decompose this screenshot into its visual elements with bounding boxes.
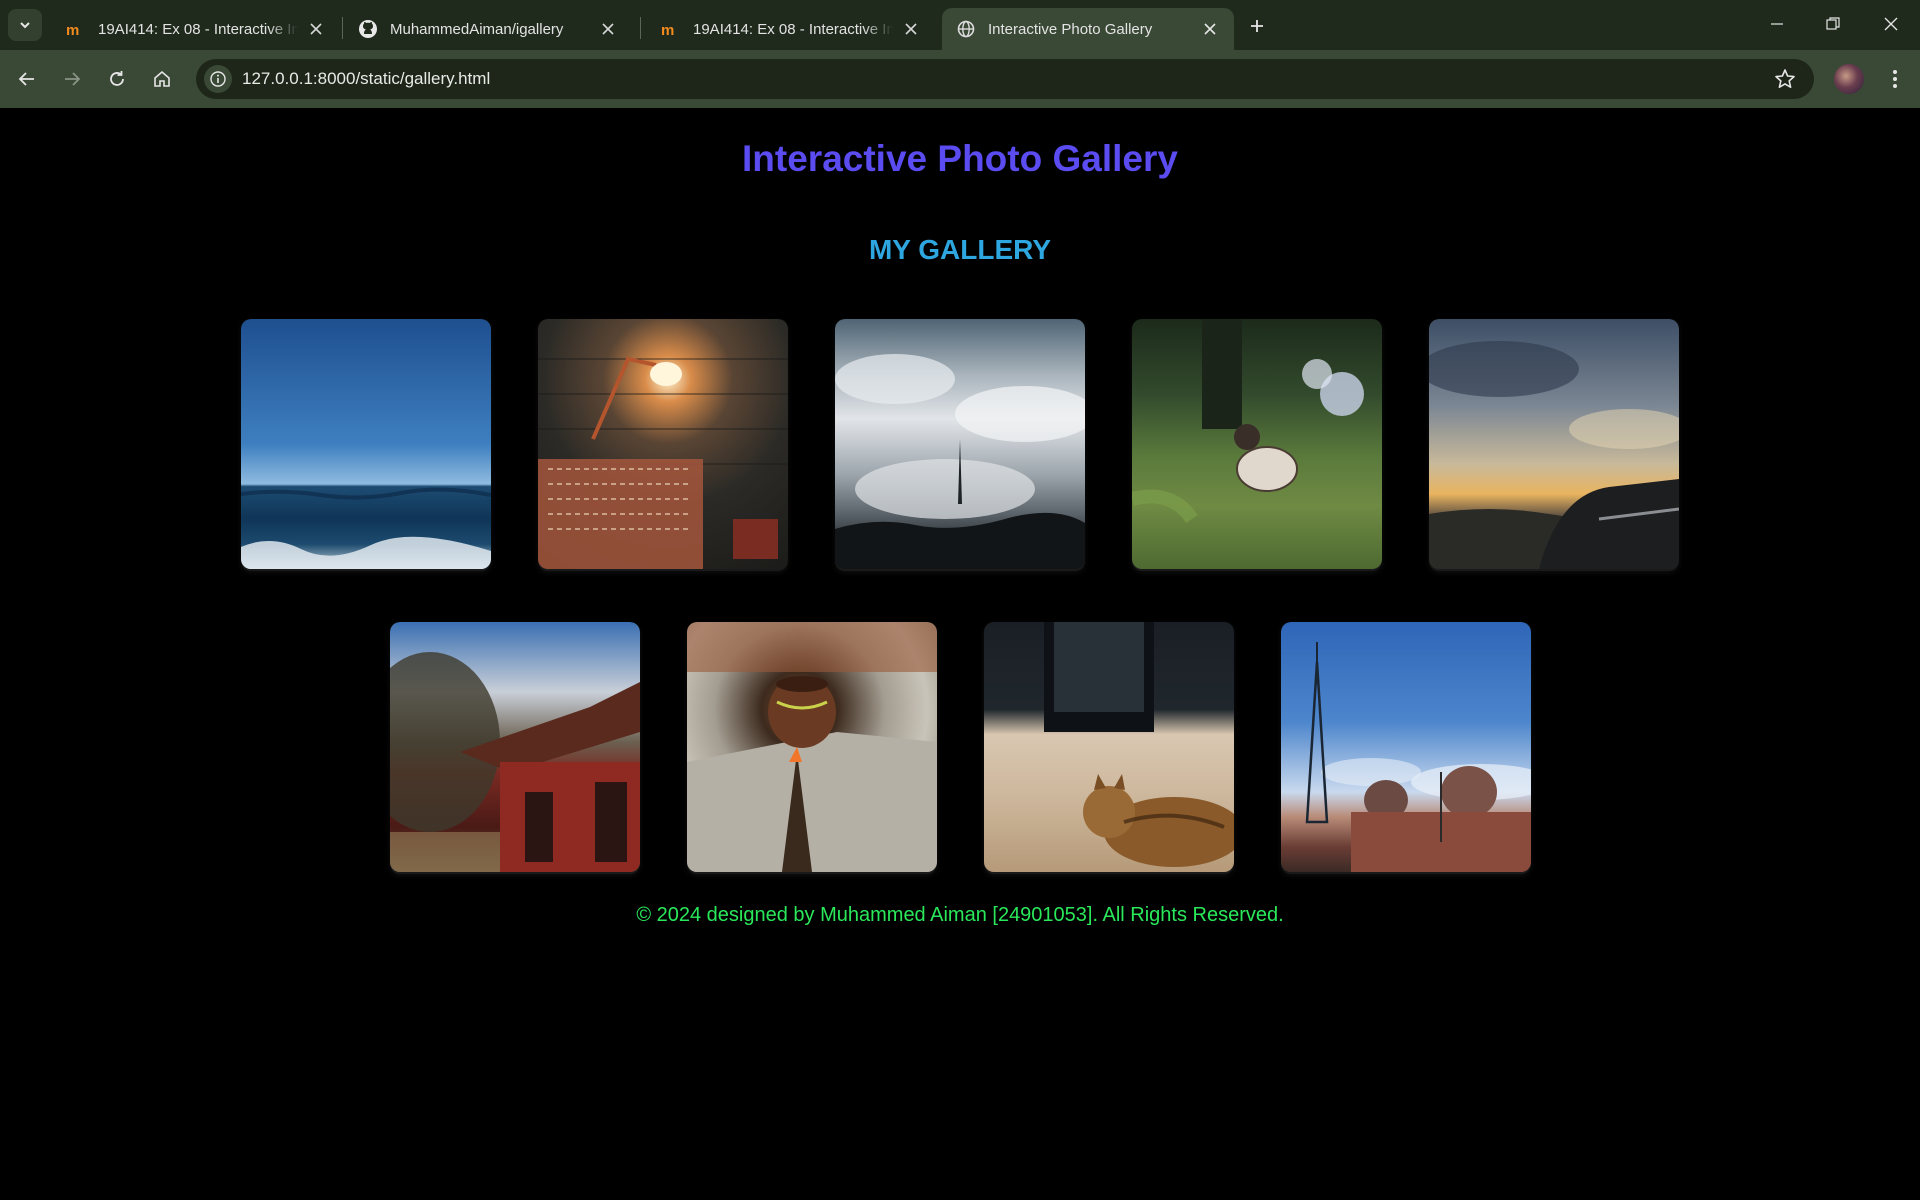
tab-active[interactable]: Interactive Photo Gallery	[942, 8, 1234, 50]
more-vertical-icon	[1893, 70, 1897, 88]
minimize-button[interactable]	[1754, 8, 1800, 40]
gallery-item[interactable]	[1429, 319, 1679, 571]
arrow-right-icon	[65, 72, 81, 86]
close-window-button[interactable]	[1868, 8, 1914, 40]
photo-cat-garden[interactable]	[1132, 319, 1382, 569]
moodle-icon: m	[66, 19, 86, 39]
reload-icon	[110, 71, 124, 86]
photo-ocean[interactable]	[241, 319, 491, 569]
photo-tabby-cat[interactable]	[983, 622, 1234, 872]
photo-sunset-car[interactable]	[1429, 319, 1679, 569]
tab-strip: m 19AI414: Ex 08 - Interactive Ima Muham…	[0, 0, 1920, 50]
gallery-item[interactable]	[1280, 622, 1531, 874]
home-icon	[154, 70, 170, 87]
new-tab-button[interactable]	[1243, 12, 1271, 40]
close-icon[interactable]	[1200, 19, 1220, 39]
tab-title: 19AI414: Ex 08 - Interactive Ima	[693, 20, 893, 38]
gallery-row	[0, 622, 1920, 874]
page-title: Interactive Photo Gallery	[742, 138, 1178, 179]
svg-text:m: m	[66, 22, 79, 37]
svg-text:m: m	[661, 22, 674, 37]
tab-1[interactable]: m 19AI414: Ex 08 - Interactive Ima	[52, 8, 340, 50]
url-text[interactable]: 127.0.0.1:8000/static/gallery.html	[242, 69, 490, 89]
gallery-item[interactable]	[241, 319, 491, 571]
close-icon[interactable]	[901, 19, 921, 39]
tab-2[interactable]: MuhammedAiman/igallery	[344, 8, 632, 50]
restore-icon	[1826, 17, 1840, 30]
gallery-item[interactable]	[983, 622, 1234, 874]
tab-separator	[342, 17, 343, 39]
browser-menu-button[interactable]	[1880, 64, 1910, 94]
forward-button[interactable]	[56, 63, 88, 95]
footer-copyright: © 2024 designed by Muhammed Aiman [24901…	[636, 904, 1284, 926]
page-content: Interactive Photo Gallery MY GALLERY © 2…	[0, 108, 1920, 1200]
close-icon[interactable]	[598, 19, 618, 39]
chevron-down-icon	[20, 22, 30, 29]
github-icon	[358, 19, 378, 39]
back-button[interactable]	[11, 63, 43, 95]
gallery-item[interactable]	[1132, 319, 1382, 571]
home-button[interactable]	[146, 63, 178, 95]
tab-separator	[640, 17, 641, 39]
photo-clouds-tower[interactable]	[835, 319, 1085, 569]
browser-toolbar: 127.0.0.1:8000/static/gallery.html	[0, 50, 1920, 108]
reload-button[interactable]	[101, 63, 133, 95]
gallery-heading: MY GALLERY	[868, 234, 1051, 265]
gallery-item[interactable]	[835, 319, 1085, 571]
close-icon	[1884, 17, 1898, 31]
minimize-icon	[1771, 23, 1783, 25]
photo-lamp[interactable]	[538, 319, 788, 569]
moodle-icon: m	[661, 19, 681, 39]
globe-icon	[956, 19, 976, 39]
tab-title: 19AI414: Ex 08 - Interactive Ima	[98, 20, 298, 38]
photo-tower-domes[interactable]	[1280, 622, 1531, 872]
site-info-icon[interactable]	[204, 65, 232, 93]
tab-3[interactable]: m 19AI414: Ex 08 - Interactive Ima	[647, 8, 935, 50]
arrow-left-icon	[18, 72, 34, 86]
gallery-item[interactable]	[389, 622, 640, 874]
gallery-item[interactable]	[686, 622, 937, 874]
gallery-row	[0, 319, 1920, 571]
tab-title: Interactive Photo Gallery	[988, 20, 1153, 38]
photo-red-hut[interactable]	[389, 622, 640, 872]
profile-avatar[interactable]	[1834, 64, 1864, 94]
restore-button[interactable]	[1810, 8, 1856, 40]
close-icon[interactable]	[306, 19, 326, 39]
bookmark-star-icon[interactable]	[1774, 68, 1796, 90]
tab-search-button[interactable]	[8, 9, 42, 41]
photo-clay-pot[interactable]	[686, 622, 937, 872]
address-bar[interactable]: 127.0.0.1:8000/static/gallery.html	[196, 59, 1814, 99]
gallery-item[interactable]	[538, 319, 788, 571]
tab-title: MuhammedAiman/igallery	[390, 20, 564, 38]
plus-icon	[1251, 20, 1263, 32]
